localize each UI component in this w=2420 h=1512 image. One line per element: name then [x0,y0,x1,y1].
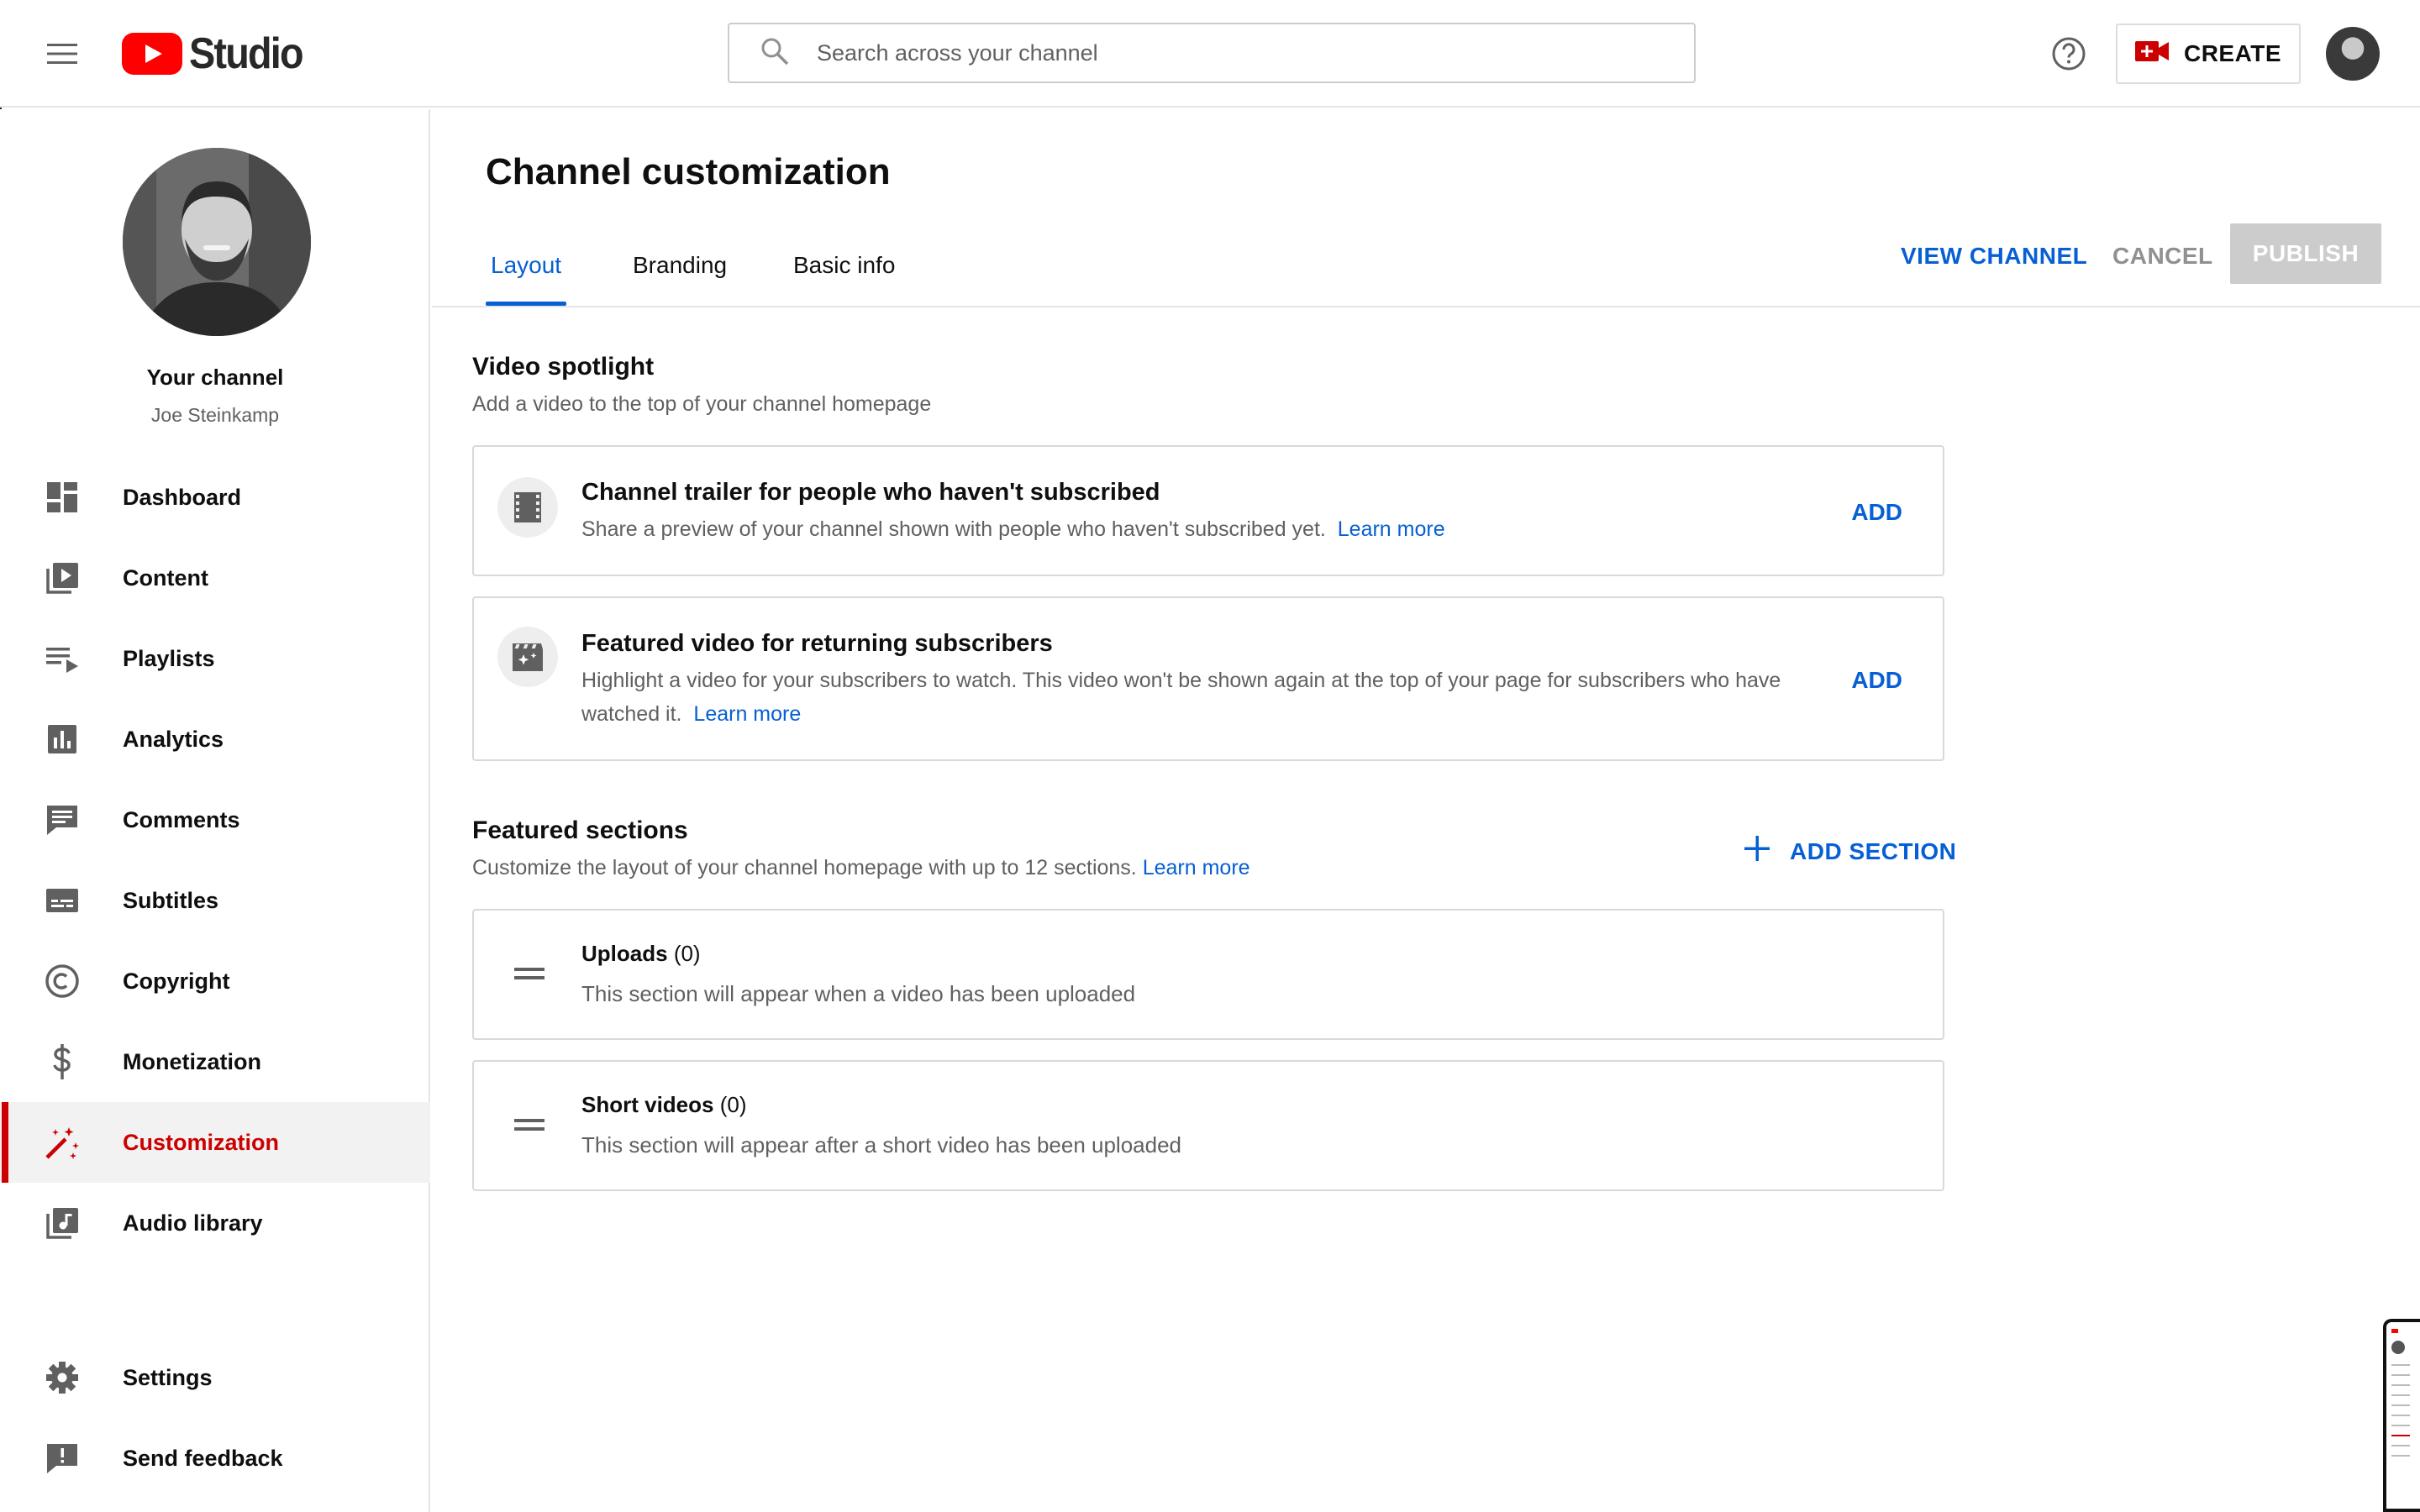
learn-more-link[interactable]: Learn more [693,702,801,726]
video-spotlight-title: Video spotlight [472,353,655,381]
divider [432,306,2420,307]
add-section-label: ADD SECTION [1790,837,1957,864]
sidebar-item-label: Monetization [123,1048,261,1074]
dashboard-icon [44,479,81,516]
sidebar-item-send-feedback[interactable]: Send feedback [0,1418,430,1499]
video-spotlight-subtitle: Add a video to the top of your channel h… [472,392,932,416]
gear-icon [44,1359,81,1396]
section-short-videos[interactable]: Short videos (0) This section will appea… [472,1060,1944,1191]
sidebar-item-label: Comments [123,806,240,832]
channel-trailer-card: Channel trailer for people who haven't s… [472,445,1944,576]
tab-layout[interactable]: Layout [491,252,561,279]
featured-video-card: Featured video for returning subscribers… [472,596,1944,761]
playlists-icon [44,640,81,677]
account-avatar[interactable] [2326,27,2380,81]
sidebar-item-dashboard[interactable]: Dashboard [0,457,430,538]
sidebar-item-copyright[interactable]: Copyright [0,941,430,1021]
learn-more-link[interactable]: Learn more [1143,856,1250,879]
sidebar-item-comments[interactable]: Comments [0,780,430,860]
sidebar-item-label: Subtitles [123,887,219,913]
sidebar-item-settings[interactable]: Settings [0,1337,430,1418]
search-input[interactable] [815,39,1571,67]
magic-wand-icon [44,1124,81,1161]
sidebar-item-label: Settings [123,1364,213,1390]
copyright-icon [44,963,81,1000]
tab-branding[interactable]: Branding [633,252,727,279]
section-title: Uploads (0) [581,941,701,967]
sidebar-item-subtitles[interactable]: Subtitles [0,860,430,941]
sidebar-item-label: Send feedback [123,1445,283,1471]
help-icon[interactable] [2049,34,2089,74]
card-description: Share a preview of your channel shown wi… [581,512,1859,546]
comments-icon [44,801,81,838]
video-camera-icon [2134,39,2169,69]
analytics-icon [44,721,81,758]
sidebar-item-label: Copyright [123,968,230,994]
publish-button[interactable]: PUBLISH [2230,223,2381,284]
screen-preview-thumbnail [2383,1319,2420,1512]
sidebar-item-customization[interactable]: Customization [0,1102,430,1183]
search-icon [760,36,790,71]
tab-basic-info[interactable]: Basic info [793,252,895,279]
sidebar-item-label: Audio library [123,1210,263,1236]
feedback-icon [44,1440,81,1477]
learn-more-link[interactable]: Learn more [1338,517,1445,541]
drag-handle-icon[interactable] [514,1119,544,1131]
your-channel-label: Your channel [146,365,284,390]
film-icon [497,477,558,538]
channel-name: Joe Steinkamp [150,404,280,426]
youtube-play-icon [122,33,182,75]
cancel-button[interactable]: CANCEL [2112,243,2213,270]
logo-text: Studio [189,29,304,78]
studio-logo[interactable]: Studio [122,29,315,78]
search-bar[interactable] [728,23,1696,83]
sidebar-item-label: Customization [123,1129,279,1155]
sidebar-item-label: Dashboard [123,484,242,510]
add-section-button[interactable]: ADD SECTION [1743,834,1956,869]
content-icon [44,559,81,596]
sidebar-item-label: Playlists [123,645,215,671]
add-featured-video-button[interactable]: ADD [1851,667,1902,694]
add-trailer-button[interactable]: ADD [1851,499,1902,526]
section-name: Short videos [581,1092,714,1117]
section-description: This section will appear when a video ha… [581,981,1136,1006]
card-title: Featured video for returning subscribers [581,630,1053,657]
card-title: Channel trailer for people who haven't s… [581,479,1160,506]
sidebar-item-label: Analytics [123,726,224,752]
channel-avatar[interactable] [123,148,311,336]
create-label: CREATE [2183,40,2282,66]
audio-library-icon [44,1205,81,1242]
plus-icon [1743,834,1771,869]
section-description: This section will appear after a short v… [581,1132,1181,1158]
subtitles-icon [44,882,81,919]
featured-sections-subtitle: Customize the layout of your channel hom… [472,856,1250,880]
view-channel-button[interactable]: VIEW CHANNEL [1901,243,2087,270]
sparkle-clapper-icon [497,627,558,687]
section-uploads[interactable]: Uploads (0) This section will appear whe… [472,909,1944,1040]
sidebar-item-analytics[interactable]: Analytics [0,699,430,780]
hamburger-menu-icon[interactable] [42,34,82,74]
card-description: Highlight a video for your subscribers t… [581,664,1859,731]
sidebar-item-label: Content [123,564,208,591]
sidebar-item-playlists[interactable]: Playlists [0,618,430,699]
featured-sections-subtitle-text: Customize the layout of your channel hom… [472,856,1137,879]
page-title: Channel customization [486,151,891,192]
dollar-icon [44,1043,81,1080]
featured-sections-title: Featured sections [472,816,688,844]
sidebar-item-monetization[interactable]: Monetization [0,1021,430,1102]
card-description-text: Share a preview of your channel shown wi… [581,517,1326,541]
sidebar-item-content[interactable]: Content [0,538,430,618]
section-title: Short videos (0) [581,1092,747,1118]
section-count: (0) [673,941,701,966]
section-name: Uploads [581,941,668,966]
sidebar-item-audio-library[interactable]: Audio library [0,1183,430,1263]
create-button[interactable]: CREATE [2116,24,2301,84]
drag-handle-icon[interactable] [514,968,544,979]
section-count: (0) [719,1092,747,1117]
